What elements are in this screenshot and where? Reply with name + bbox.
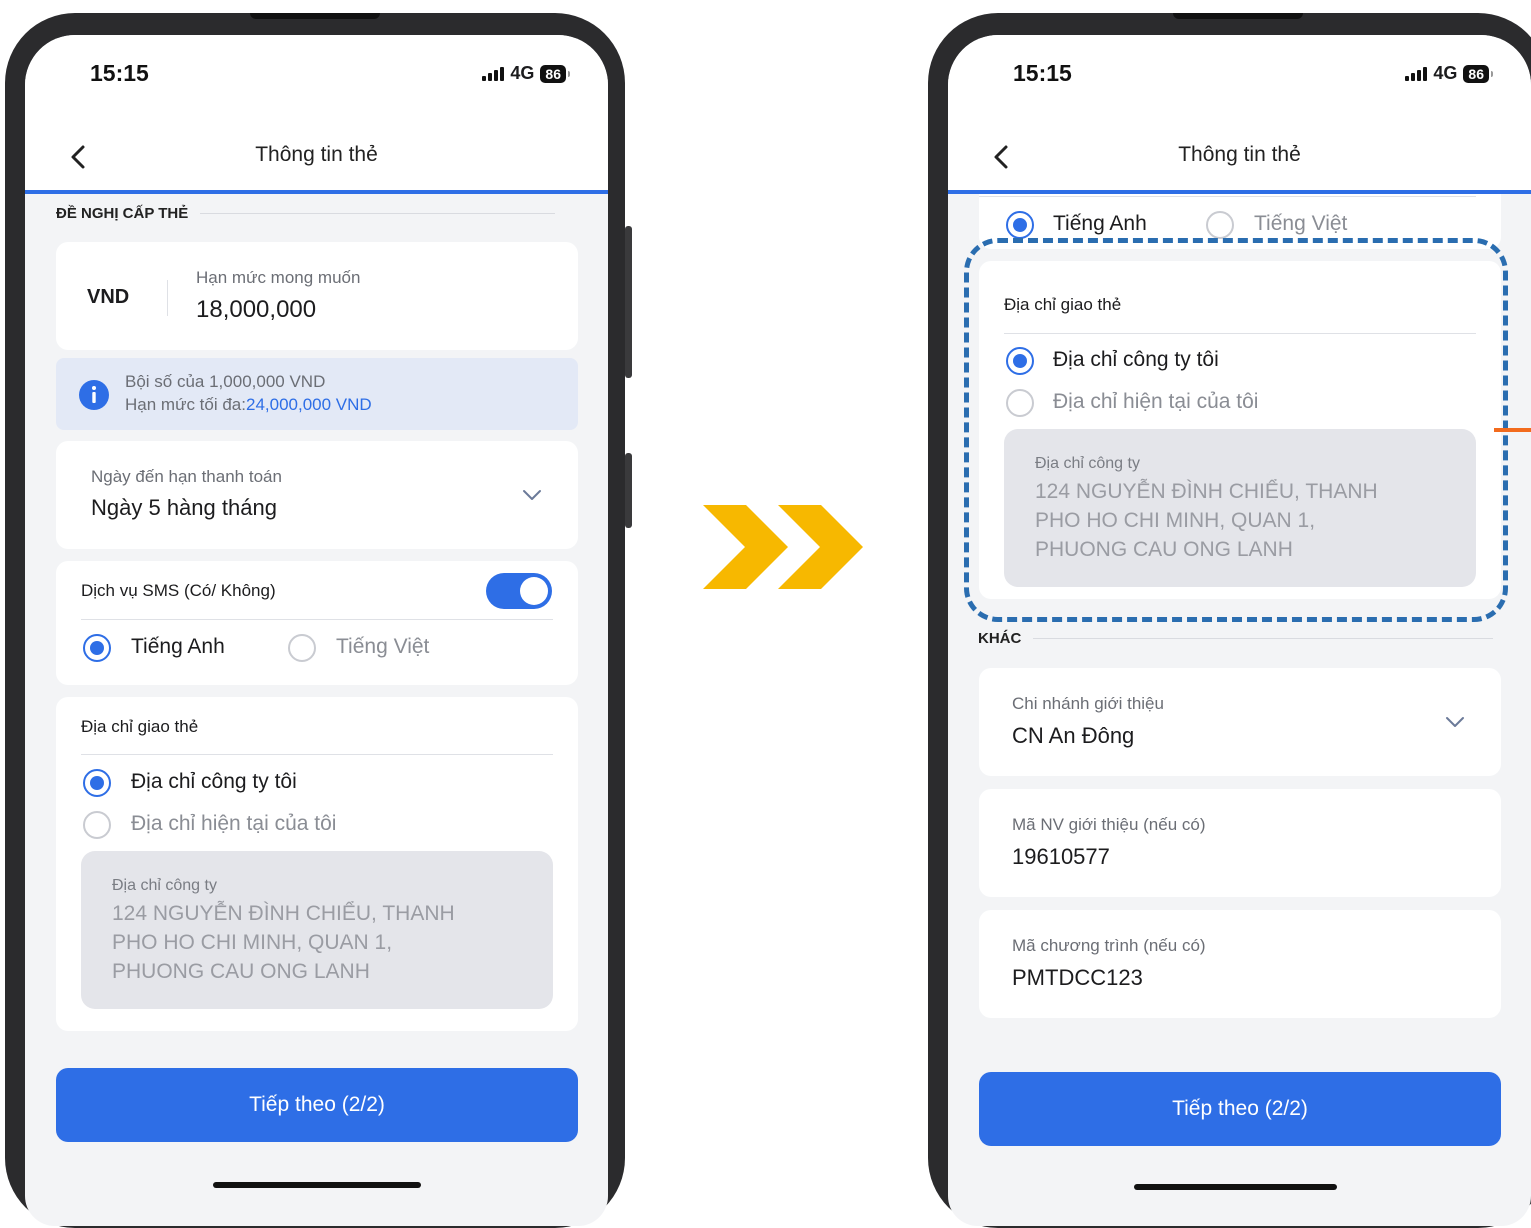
info-banner: Bội số của 1,000,000 VND Hạn mức tối đa:…	[56, 358, 578, 430]
due-date-value: Ngày 5 hàng tháng	[91, 495, 277, 520]
sms-toggle[interactable]	[486, 573, 552, 609]
branch-select[interactable]: Chi nhánh giới thiệu CN An Đông	[979, 668, 1501, 776]
staff-code-label: Mã NV giới thiệu (nếu có)	[1012, 815, 1206, 834]
radio-vietnamese[interactable]	[288, 634, 316, 662]
page-title: Thông tin thẻ	[1178, 143, 1301, 166]
sms-label: Dịch vụ SMS (Có/ Không)	[81, 581, 276, 600]
sms-divider	[979, 196, 1476, 197]
staff-code-field[interactable]: Mã NV giới thiệu (nếu có) 19610577	[979, 789, 1501, 897]
limit-card[interactable]: VND Hạn mức mong muốn 18,000,000	[56, 242, 578, 350]
status-time: 15:15	[90, 60, 149, 86]
signal-icon	[482, 66, 505, 81]
signal-icon	[1405, 66, 1428, 81]
phone-frame-right: 15:15 4G 86 Thông tin thẻ Tiếng Anh Tiến…	[928, 13, 1531, 1228]
radio-current-address-label[interactable]: Địa chỉ hiện tại của tôi	[131, 812, 336, 836]
vertical-divider	[167, 280, 168, 316]
app-screen-right: 15:15 4G 86 Thông tin thẻ Tiếng Anh Tiến…	[948, 35, 1531, 1226]
battery-icon: 86	[1463, 64, 1493, 83]
due-date-select[interactable]: Ngày đến hạn thanh toán Ngày 5 hàng thán…	[56, 441, 578, 549]
radio-english-label[interactable]: Tiếng Anh	[1053, 212, 1147, 236]
status-bar: 15:15 4G 86	[25, 35, 608, 121]
radio-current-address[interactable]	[83, 811, 111, 839]
company-address-box: Địa chỉ công ty 124 NGUYỄN ĐÌNH CHIỂU, T…	[81, 851, 553, 1009]
radio-vietnamese-label[interactable]: Tiếng Việt	[1254, 212, 1347, 236]
due-date-label: Ngày đến hạn thanh toán	[91, 467, 282, 486]
header-bar: Thông tin thẻ	[25, 121, 608, 194]
delivery-label: Địa chỉ giao thẻ	[81, 717, 199, 736]
phone-notch	[1173, 13, 1303, 19]
home-indicator	[213, 1182, 421, 1188]
company-address-value: 124 NGUYỄN ĐÌNH CHIỂU, THANH PHO HO CHI …	[112, 902, 455, 983]
program-code-label: Mã chương trình (nếu có)	[1012, 936, 1206, 955]
network-label: 4G	[510, 63, 535, 83]
next-button[interactable]: Tiếp theo (2/2)	[56, 1068, 578, 1142]
header-bar: Thông tin thẻ	[948, 121, 1531, 194]
program-code-value[interactable]: PMTDCC123	[1012, 965, 1143, 991]
status-bar: 15:15 4G 86	[948, 35, 1531, 121]
limit-label: Hạn mức mong muốn	[196, 268, 361, 287]
connector-line	[1494, 428, 1531, 432]
limit-value[interactable]: 18,000,000	[196, 296, 316, 324]
home-indicator	[1134, 1184, 1337, 1190]
info-max-value: 24,000,000 VND	[245, 395, 372, 414]
next-button[interactable]: Tiếp theo (2/2)	[979, 1072, 1501, 1146]
radio-english[interactable]	[83, 634, 111, 662]
section-title-card-request: ĐỀ NGHỊ CẤP THẺ	[56, 205, 189, 222]
page-title: Thông tin thẻ	[255, 143, 378, 166]
branch-value: CN An Đông	[1012, 723, 1135, 748]
network-label: 4G	[1433, 63, 1458, 83]
chevron-down-icon[interactable]	[1444, 715, 1466, 729]
branch-label: Chi nhánh giới thiệu	[1012, 694, 1164, 713]
info-multiple-text: Bội số của 1,000,000 VND	[125, 372, 326, 391]
phone-notch	[250, 13, 380, 19]
radio-vietnamese-label[interactable]: Tiếng Việt	[336, 635, 429, 659]
info-max-label: Hạn mức tối đa:	[125, 395, 246, 414]
delivery-divider	[81, 754, 553, 755]
staff-code-value[interactable]: 19610577	[1012, 844, 1110, 870]
phone-frame-left: 15:15 4G 86 Thông tin thẻ ĐỀ NGHỊ CẤP TH…	[5, 13, 632, 1228]
radio-english[interactable]	[1006, 211, 1034, 239]
section-divider	[200, 213, 556, 214]
side-button	[625, 226, 632, 378]
delivery-address-card: Địa chỉ giao thẻ Địa chỉ công ty tôi Địa…	[56, 697, 578, 1031]
radio-company-address-label[interactable]: Địa chỉ công ty tôi	[131, 770, 297, 794]
radio-english-label[interactable]: Tiếng Anh	[131, 635, 225, 659]
sms-divider	[81, 619, 553, 620]
currency-label: VND	[87, 286, 130, 308]
highlight-dashed-border	[964, 238, 1508, 622]
double-chevron-arrow-icon	[703, 505, 863, 589]
info-icon	[79, 380, 109, 410]
sms-card: Dịch vụ SMS (Có/ Không) Tiếng Anh Tiếng …	[56, 561, 578, 685]
battery-icon: 86	[540, 64, 570, 83]
section-title-other: KHÁC	[978, 630, 1022, 647]
chevron-down-icon[interactable]	[521, 488, 543, 502]
radio-company-address[interactable]	[83, 769, 111, 797]
app-screen-left: 15:15 4G 86 Thông tin thẻ ĐỀ NGHỊ CẤP TH…	[25, 35, 608, 1226]
program-code-field[interactable]: Mã chương trình (nếu có) PMTDCC123	[979, 910, 1501, 1018]
side-button	[625, 453, 632, 528]
toggle-knob	[520, 577, 548, 605]
section-divider	[1033, 638, 1494, 639]
radio-vietnamese[interactable]	[1206, 211, 1234, 239]
status-time: 15:15	[1013, 60, 1072, 86]
company-address-label: Địa chỉ công ty	[112, 877, 217, 894]
